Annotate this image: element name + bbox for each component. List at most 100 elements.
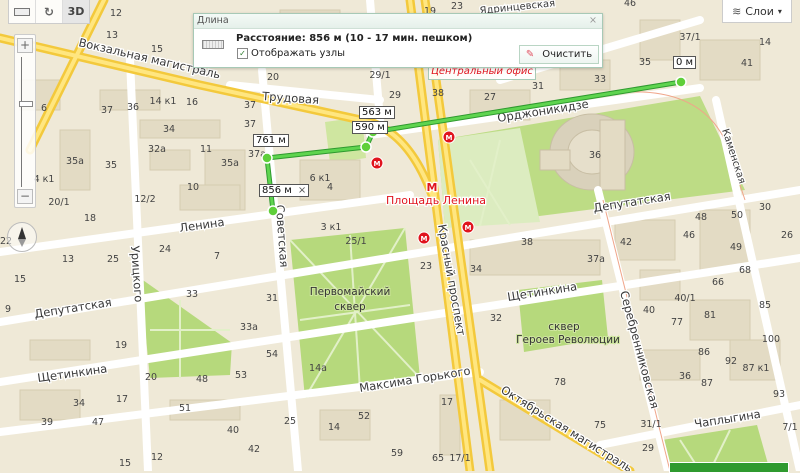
house-number: 12 — [151, 452, 163, 463]
house-number: 3 к1 — [321, 222, 342, 233]
svg-text:М: М — [374, 160, 381, 168]
house-number: 29 — [389, 90, 401, 101]
eraser-icon: ✎ — [525, 49, 535, 60]
ruler-button[interactable] — [9, 0, 36, 23]
house-number: 14а — [309, 363, 327, 374]
remove-route-icon[interactable]: × — [298, 185, 306, 196]
checkbox-checked-icon[interactable]: ✓ — [237, 48, 248, 59]
house-number: 20 — [145, 372, 157, 383]
house-number: 40 — [227, 425, 239, 436]
distance-text: 856 м — [262, 185, 292, 196]
house-number: 37 — [244, 100, 256, 111]
house-number: 53 — [235, 370, 247, 381]
rotate-button[interactable]: ↻ — [36, 0, 63, 23]
house-number: 14 к1 — [150, 96, 177, 107]
house-number: 42 — [248, 444, 260, 455]
layers-button[interactable]: ≋ Слои ▾ — [722, 0, 792, 23]
house-number: 50 — [731, 210, 743, 221]
zoom-control: + − — [14, 34, 36, 208]
house-number: 17 — [116, 394, 128, 405]
rotate-icon: ↻ — [43, 4, 55, 19]
house-number: 15 — [14, 274, 26, 285]
zoom-slider-handle[interactable] — [19, 101, 33, 107]
house-number: 18 — [84, 213, 96, 224]
metro-icon[interactable]: М — [461, 220, 475, 234]
house-number: 92 — [725, 356, 737, 367]
house-number: 85 — [759, 300, 771, 311]
clear-button[interactable]: ✎ Очистить — [519, 45, 599, 64]
compass-icon[interactable] — [7, 222, 37, 252]
metro-icon[interactable]: М — [370, 156, 384, 170]
map-canvas[interactable]: Вокзальная магистраль Трудовая Орджоники… — [0, 0, 800, 471]
metro-icon[interactable]: М — [417, 231, 431, 245]
house-number: 48 — [196, 374, 208, 385]
zoom-out-button[interactable]: − — [17, 189, 33, 204]
popup-title: Длина — [197, 15, 229, 26]
close-icon[interactable]: × — [589, 14, 597, 28]
3d-button[interactable]: 3D — [63, 0, 89, 23]
house-number: 38 — [432, 88, 444, 99]
clear-label: Очистить — [542, 49, 593, 60]
house-number: 20 — [267, 72, 279, 83]
house-number: 29 — [642, 443, 654, 454]
route-node[interactable] — [360, 141, 372, 153]
house-number: 17/1 — [449, 453, 470, 464]
show-nodes-checkbox[interactable]: ✓ Отображать узлы — [237, 48, 345, 59]
house-number: 51 — [179, 403, 191, 414]
distance-summary: Расстояние: 856 м (10 - 17 мин. пешком) — [236, 33, 473, 44]
route-node[interactable] — [675, 76, 687, 88]
house-number: 32 — [490, 313, 502, 324]
house-number: 49 — [730, 242, 742, 253]
house-number: 35а — [221, 158, 239, 169]
layers-icon: ≋ — [732, 4, 742, 18]
house-number: 23 — [451, 1, 463, 12]
house-number: 41 — [741, 58, 753, 69]
map-toolbar: ↻ 3D — [8, 0, 90, 24]
house-number: 37 — [244, 119, 256, 130]
house-number: 75 — [594, 420, 606, 431]
distance-text: 590 м — [355, 122, 385, 133]
bottom-green-bar — [669, 462, 789, 473]
zoom-in-button[interactable]: + — [17, 38, 33, 53]
house-number: 52 — [358, 411, 370, 422]
house-number: 40/1 — [674, 293, 695, 304]
house-number: 25 — [284, 416, 296, 427]
house-number: 35 — [105, 160, 117, 171]
house-number: 4 к1 — [34, 174, 55, 185]
house-number: 34 — [73, 398, 85, 409]
house-number: 37/1 — [679, 32, 700, 43]
house-number: 46 — [683, 230, 695, 241]
metro-icon[interactable]: М — [442, 130, 456, 144]
house-number: 34 — [163, 124, 175, 135]
house-number: 66 — [712, 277, 724, 288]
house-number: 30 — [759, 202, 771, 213]
route-label-590: 590 м — [352, 121, 388, 134]
house-number: 36 — [589, 150, 601, 161]
house-number: 24 — [159, 244, 171, 255]
house-number: 65 — [432, 453, 444, 464]
distance-text: 0 м — [676, 57, 694, 68]
house-number: 78 — [554, 377, 566, 388]
park-label: сквер — [334, 301, 366, 313]
house-number: 37 — [101, 105, 113, 116]
house-number: 36 — [679, 371, 691, 382]
house-number: 54 — [266, 349, 278, 360]
house-number: 46 — [624, 0, 636, 9]
house-number: 26 — [781, 230, 793, 241]
house-number: 15 — [151, 44, 163, 55]
house-number: 36 — [127, 102, 139, 113]
route-node[interactable] — [261, 152, 273, 164]
house-number: 12/2 — [134, 194, 155, 205]
house-number: 31 — [266, 293, 278, 304]
house-number: 47 — [92, 417, 104, 428]
house-number: 37а — [587, 254, 605, 265]
house-number: 40 — [643, 305, 655, 316]
house-number: 31/1 — [640, 419, 661, 430]
park-label: Первомайский — [310, 286, 391, 298]
house-number: 13 — [62, 254, 74, 265]
route-label-856: 856 м × — [259, 184, 310, 197]
zoom-track[interactable] — [21, 57, 22, 187]
house-number: 4 — [327, 182, 333, 193]
route-node[interactable] — [267, 205, 279, 217]
popup-header: Длина × — [194, 14, 602, 29]
